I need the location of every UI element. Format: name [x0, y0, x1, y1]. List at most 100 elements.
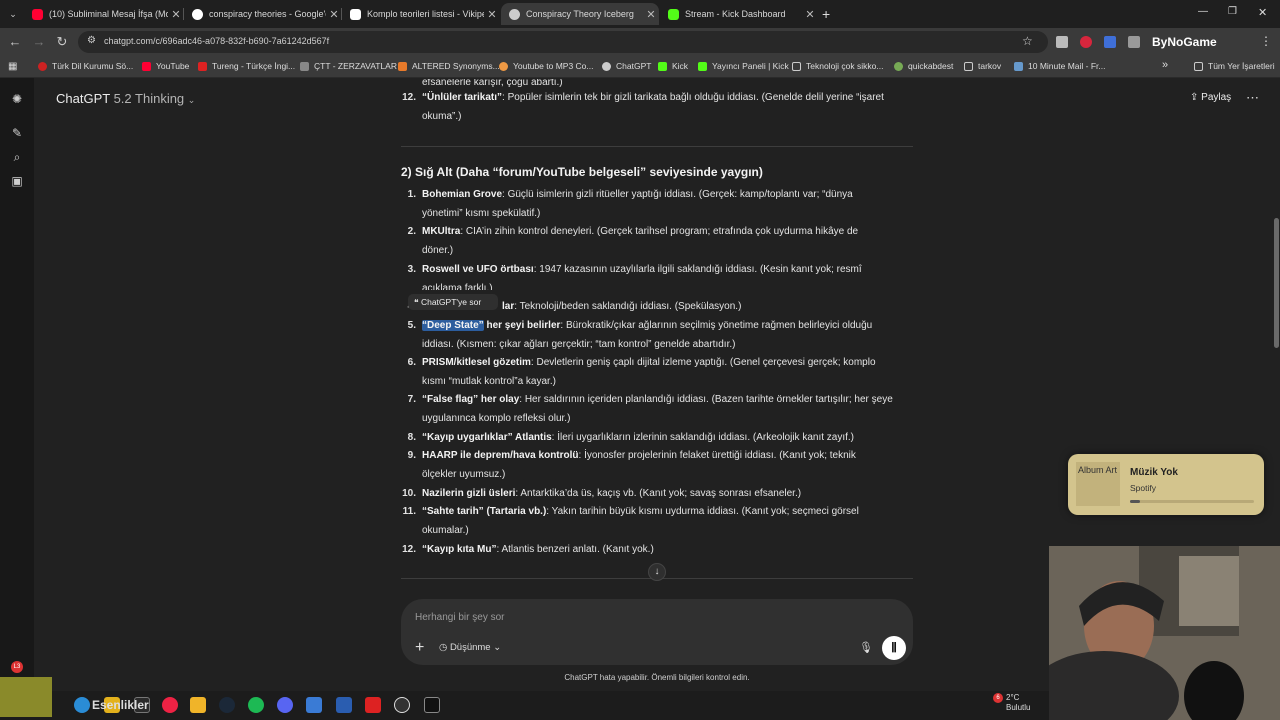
- voice-mode-icon[interactable]: ⫼: [882, 636, 906, 660]
- new-tab-button[interactable]: +: [822, 6, 830, 22]
- item-text: : Popüler isimlerin tek bir gizli tarika…: [502, 92, 884, 103]
- address-bar[interactable]: ⚙ chatgpt.com/c/696adc46-a078-832f-b690-…: [78, 31, 1048, 53]
- chatgpt-icon: [602, 61, 611, 71]
- spotify-icon[interactable]: [248, 697, 264, 713]
- app-icon[interactable]: [306, 697, 322, 713]
- ask-chatgpt-tooltip[interactable]: ❝ ChatGPT'ye sor: [408, 294, 498, 310]
- list-number: 12.: [402, 544, 416, 555]
- extension-icon[interactable]: [1128, 36, 1140, 48]
- item-text: : İleri uygarlıkların izlerinin saklandı…: [551, 432, 855, 443]
- tab-kick[interactable]: Stream - Kick Dashboard ✕: [660, 3, 818, 25]
- list-item: “Kayıp uygarlıklar” Atlantis: İleri uyga…: [422, 429, 854, 447]
- bookmark-item[interactable]: tarkov: [964, 61, 1001, 71]
- tab-wikipedia[interactable]: Komplo teorileri listesi - Vikipe ✕: [342, 3, 500, 25]
- url-text[interactable]: chatgpt.com/c/696adc46-a078-832f-b690-7a…: [104, 36, 329, 46]
- share-button[interactable]: ⇪ Paylaş: [1190, 92, 1231, 103]
- site-info-icon[interactable]: ⚙: [87, 35, 96, 46]
- model-selector[interactable]: ChatGPT 5.2 Thinking ⌄: [56, 91, 195, 106]
- list-number: 1.: [407, 189, 416, 200]
- bookmark-item[interactable]: Yayıncı Paneli | Kick: [698, 61, 789, 71]
- microphone-icon[interactable]: 🎙: [859, 641, 873, 654]
- tab-chatgpt[interactable]: Conspiracy Theory Iceberg ✕: [501, 3, 659, 25]
- bookmark-label: 10 Minute Mail - Fr...: [1028, 61, 1106, 71]
- list-item: “Sahte tarih” (Tartaria vb.): Yakın tari…: [422, 503, 859, 521]
- add-attachment-button[interactable]: +: [415, 639, 424, 657]
- openai-logo-icon[interactable]: ✺: [10, 92, 24, 106]
- bynogame-extension[interactable]: ByNoGame: [1152, 35, 1217, 49]
- item-title: “Kayıp uygarlıklar” Atlantis: [422, 432, 552, 443]
- bookmark-item[interactable]: Teknoloji çok sikko...: [792, 61, 883, 71]
- more-bookmarks-button[interactable]: »: [1162, 59, 1168, 71]
- bookmark-item[interactable]: Youtube to MP3 Co...: [499, 61, 594, 71]
- edge-icon[interactable]: [74, 697, 90, 713]
- thinking-mode-button[interactable]: ◷ Düşünme ⌄: [439, 642, 501, 653]
- explorer-icon[interactable]: [190, 697, 206, 713]
- bookmark-item[interactable]: Tureng - Türkçe İngi...: [198, 61, 295, 71]
- bookmark-item[interactable]: quickabdest: [894, 61, 953, 71]
- list-number: 3.: [407, 264, 416, 275]
- model-version: 5.2 Thinking: [113, 91, 185, 106]
- close-icon[interactable]: ✕: [484, 8, 500, 21]
- game-thumbnail[interactable]: [0, 677, 52, 717]
- composer: Herhangi bir şey sor + ◷ Düşünme ⌄ 🎙 ⫼: [401, 599, 913, 665]
- menu-icon[interactable]: ⋮: [1260, 34, 1272, 48]
- reload-icon[interactable]: ↻: [53, 33, 71, 51]
- discord-icon[interactable]: [277, 697, 293, 713]
- new-chat-icon[interactable]: ✎: [10, 126, 24, 140]
- bookmark-label: Kick: [672, 61, 689, 71]
- ctt-icon: [300, 61, 309, 71]
- list-item: Roswell ve UFO örtbası: 1947 kazasının u…: [422, 261, 862, 279]
- all-bookmarks[interactable]: Tüm Yer İşaretleri: [1194, 61, 1275, 71]
- restore-icon[interactable]: ❐: [1228, 6, 1237, 17]
- window-close-icon[interactable]: ✕: [1258, 6, 1267, 19]
- steam-icon[interactable]: [219, 697, 235, 713]
- search-icon[interactable]: ⌕: [10, 150, 24, 164]
- minimize-icon[interactable]: —: [1198, 6, 1208, 17]
- library-icon[interactable]: ▣: [10, 174, 24, 188]
- terminal-icon[interactable]: [424, 697, 440, 713]
- apps-icon[interactable]: ▦: [8, 61, 17, 72]
- list-item: lar: Teknoloji/beden saklandığı iddiası.…: [502, 298, 741, 316]
- scroll-down-icon[interactable]: ↓: [648, 563, 666, 581]
- extension-icon[interactable]: [1056, 36, 1068, 48]
- tab-youtube[interactable]: (10) Subliminal Mesaj İfşa (Mo ✕: [24, 3, 184, 25]
- scrollbar-thumb[interactable]: [1274, 218, 1279, 348]
- item-title: “Kayıp kıta Mu”: [422, 544, 497, 555]
- bookmark-item[interactable]: ALTERED Synonyms...: [398, 61, 500, 71]
- tab-google[interactable]: conspiracy theories - Google'da ✕: [184, 3, 342, 25]
- folder-icon: [792, 61, 801, 71]
- more-options-button[interactable]: ⋯: [1246, 90, 1259, 106]
- item-text: : Güçlü isimlerin gizli ritüeller yaptığ…: [502, 189, 853, 200]
- close-icon[interactable]: ✕: [802, 8, 818, 21]
- list-item-cont: yönetimi” kısmı spekülatif.): [422, 208, 541, 219]
- altered-icon: [398, 61, 407, 71]
- bookmark-star-icon[interactable]: ☆: [1022, 34, 1033, 48]
- obs-icon[interactable]: [394, 697, 410, 713]
- close-icon[interactable]: ✕: [168, 8, 184, 21]
- bookmark-item[interactable]: ChatGPT: [602, 61, 651, 71]
- share-icon: ⇪: [1190, 92, 1199, 103]
- webcam-image: [1049, 546, 1280, 720]
- acrobat-icon[interactable]: [365, 697, 381, 713]
- close-icon[interactable]: ✕: [326, 8, 342, 21]
- weather-widget[interactable]: 2°C Bulutlu: [1006, 693, 1030, 713]
- list-item-cont: okumalar.): [422, 525, 469, 536]
- back-icon[interactable]: ←: [6, 33, 24, 51]
- bookmark-item[interactable]: 10 Minute Mail - Fr...: [1014, 61, 1105, 71]
- bookmark-label: Tureng - Türkçe İngi...: [212, 61, 296, 71]
- forward-icon[interactable]: →: [30, 33, 48, 51]
- bookmark-item[interactable]: ÇTT - ZERZAVATLAR: [300, 61, 397, 71]
- tab-search-icon[interactable]: ⌄: [6, 7, 20, 21]
- chrome-icon[interactable]: [162, 697, 178, 713]
- extension-icon[interactable]: [1104, 36, 1116, 48]
- prompt-input[interactable]: Herhangi bir şey sor: [415, 612, 504, 623]
- extension-icon[interactable]: [1080, 36, 1092, 48]
- tdk-icon: [38, 61, 47, 71]
- bookmark-item[interactable]: Türk Dil Kurumu Sö...: [38, 61, 133, 71]
- list-item: Nazilerin gizli üsleri: Antarktika’da üs…: [422, 485, 801, 503]
- app-icon[interactable]: [336, 697, 352, 713]
- bookmark-item[interactable]: Kick: [658, 61, 688, 71]
- close-icon[interactable]: ✕: [643, 8, 659, 21]
- list-item-cont: döner.): [422, 245, 454, 256]
- bookmark-item[interactable]: YouTube: [142, 61, 189, 71]
